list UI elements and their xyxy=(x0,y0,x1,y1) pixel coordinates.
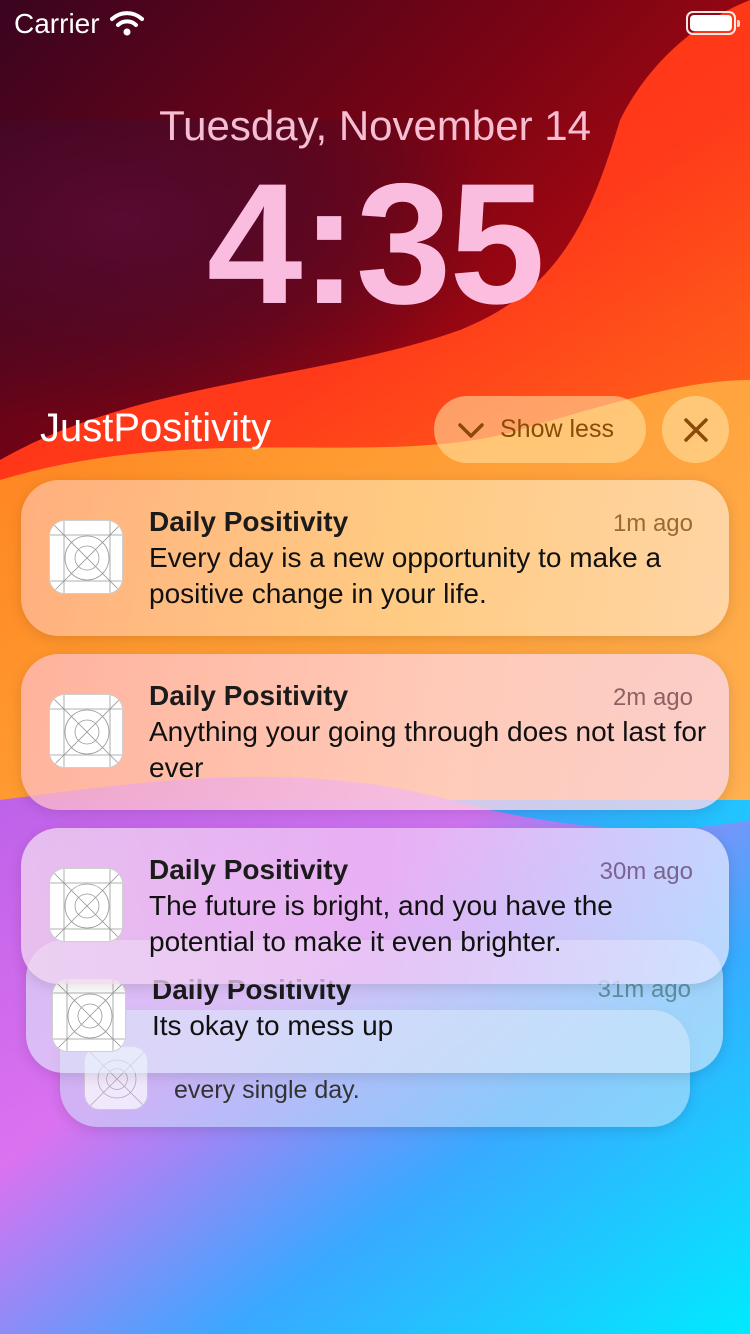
notification-message: Every day is a new opportunity to make a… xyxy=(149,542,662,609)
notification-time: 2m ago xyxy=(612,684,693,711)
notification-card[interactable]: Daily Positivity 2m ago Anything your go… xyxy=(21,654,729,810)
notification-card[interactable]: Daily Positivity 1m ago Every day is a n… xyxy=(21,480,729,636)
notification-message: Its okay to mess up xyxy=(152,1010,394,1041)
notification-time: 1m ago xyxy=(612,510,693,537)
notification-message: Anything your going through does not las… xyxy=(149,716,707,783)
clear-group-button[interactable] xyxy=(662,396,729,463)
notification-message: The future is bright, and you have the p… xyxy=(149,890,613,957)
battery-icon xyxy=(686,11,740,35)
app-icon xyxy=(49,694,123,768)
chevron-down-icon xyxy=(458,422,484,438)
notification-app-name: Daily Positivity xyxy=(149,506,349,537)
notification-message: every single day. xyxy=(174,1076,360,1104)
app-icon xyxy=(52,978,126,1052)
notification-app-name: Daily Positivity xyxy=(149,680,349,711)
notification-time: 30m ago xyxy=(599,858,693,885)
notification-card[interactable]: Daily Positivity 30m ago The future is b… xyxy=(21,828,729,984)
lock-screen-time: 4:35 xyxy=(206,148,545,340)
show-less-button[interactable]: Show less xyxy=(434,396,646,463)
wifi-icon xyxy=(110,10,144,41)
app-icon xyxy=(49,868,123,942)
notification-app-name: Daily Positivity xyxy=(149,854,349,885)
close-icon xyxy=(683,417,708,442)
app-icon xyxy=(49,520,123,594)
notification-group-title: JustPositivity xyxy=(40,406,272,450)
show-less-label: Show less xyxy=(500,415,614,443)
carrier-label: Carrier xyxy=(14,8,100,39)
status-bar: Carrier xyxy=(0,0,750,48)
lock-screen-date: Tuesday, November 14 xyxy=(159,102,591,149)
